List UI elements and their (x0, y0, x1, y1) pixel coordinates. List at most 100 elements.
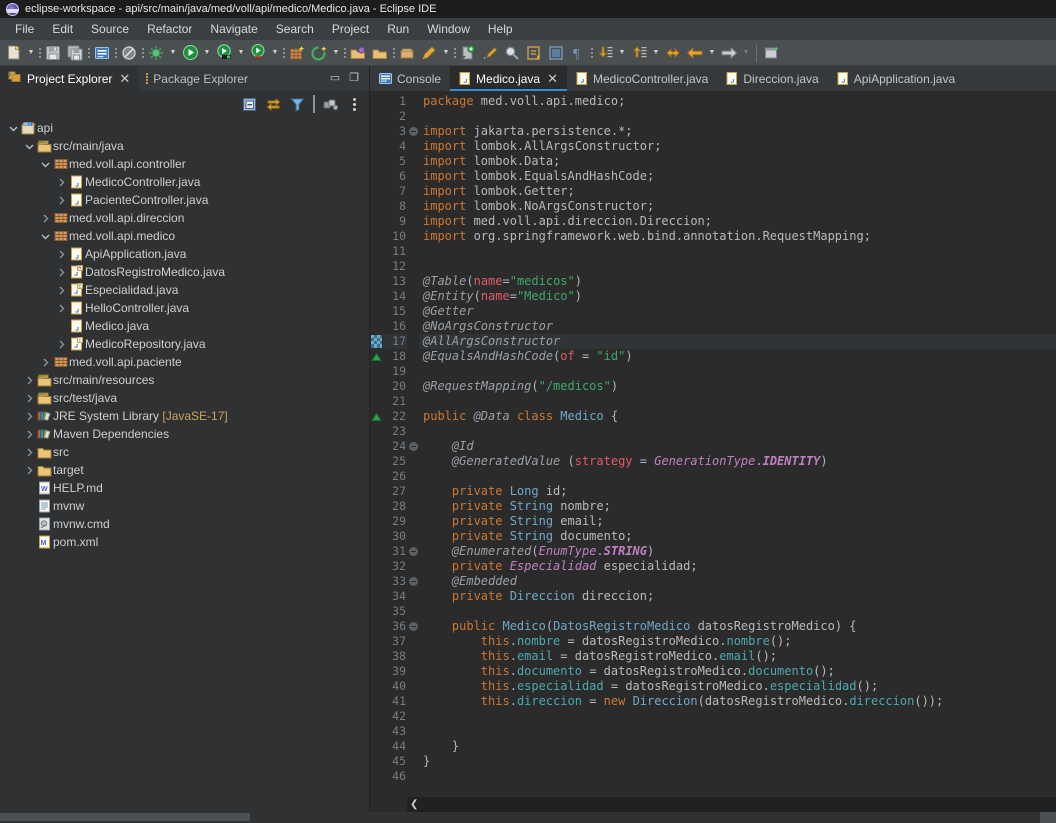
code-line[interactable] (419, 769, 1056, 784)
code-text-area[interactable]: package med.voll.api.medico; import jaka… (419, 91, 1056, 796)
coverage-dropdown-icon[interactable]: ▼ (235, 42, 247, 64)
last-edit-location-icon[interactable] (662, 42, 684, 64)
chevron-right-icon[interactable] (54, 286, 68, 295)
code-line[interactable]: @RequestMapping("/medicos") (419, 379, 1056, 394)
open-task-icon[interactable] (369, 42, 391, 64)
chevron-right-icon[interactable] (22, 466, 36, 475)
project-tree[interactable]: M Japi src/main/java med.voll.api.controlle… (0, 117, 369, 812)
new-wizard-dropdown-icon[interactable]: ▼ (25, 42, 37, 64)
folding-ruler[interactable] (407, 91, 419, 796)
fold-collapse-icon[interactable] (407, 544, 419, 559)
code-line[interactable] (419, 109, 1056, 124)
code-line[interactable]: package med.voll.api.medico; (419, 94, 1056, 109)
code-line[interactable]: import jakarta.persistence.*; (419, 124, 1056, 139)
forward-icon[interactable] (718, 42, 740, 64)
tree-item[interactable]: Maven Dependencies (0, 425, 369, 443)
code-line[interactable]: import lombok.NoArgsConstructor; (419, 199, 1056, 214)
link-with-editor-icon[interactable] (262, 93, 284, 115)
view-tab-project-explorer[interactable]: Project Explorer ✕ (0, 66, 139, 91)
code-line[interactable] (419, 259, 1056, 274)
tree-item[interactable]: mvnw (0, 497, 369, 515)
code-line[interactable] (419, 364, 1056, 379)
pilcrow-icon[interactable]: ¶ (567, 42, 589, 64)
chevron-down-icon[interactable] (38, 160, 52, 169)
run-icon[interactable] (179, 42, 201, 64)
console-icon[interactable] (91, 42, 113, 64)
code-line[interactable]: private String nombre; (419, 499, 1056, 514)
code-line[interactable]: import lombok.Data; (419, 154, 1056, 169)
coverage-icon[interactable] (213, 42, 235, 64)
close-icon[interactable]: ✕ (547, 72, 558, 85)
pencil-icon[interactable] (418, 42, 440, 64)
run-dropdown-icon[interactable]: ▼ (201, 42, 213, 64)
chevron-right-icon[interactable] (22, 412, 36, 421)
tree-item[interactable]: src/main/resources (0, 371, 369, 389)
editor-tab-console[interactable]: Console (370, 66, 450, 91)
pin-editor-icon[interactable] (761, 42, 783, 64)
view-menu-icon[interactable] (343, 93, 365, 115)
chevron-down-icon[interactable] (6, 124, 20, 133)
chevron-down-icon[interactable] (22, 142, 36, 151)
new-package-icon[interactable] (286, 42, 308, 64)
fold-collapse-icon[interactable] (407, 574, 419, 589)
chevron-right-icon[interactable] (54, 178, 68, 187)
run-last-tool-icon[interactable] (247, 42, 269, 64)
back-icon[interactable] (684, 42, 706, 64)
code-line[interactable] (419, 424, 1056, 439)
code-line[interactable] (419, 709, 1056, 724)
next-annotation-dropdown-icon[interactable]: ▼ (616, 42, 628, 64)
code-line[interactable]: this.direccion = new Direccion(datosRegi… (419, 694, 1056, 709)
code-line[interactable]: public @Data class Medico { (419, 409, 1056, 424)
menu-item-refactor[interactable]: Refactor (138, 19, 201, 39)
open-perspective-icon[interactable] (396, 42, 418, 64)
code-line[interactable]: import lombok.AllArgsConstructor; (419, 139, 1056, 154)
fold-collapse-icon[interactable] (407, 619, 419, 634)
previous-annotation-dropdown-icon[interactable]: ▼ (650, 42, 662, 64)
new-project-icon[interactable] (308, 42, 330, 64)
editor-tab-medicocontroller-java[interactable]: MedicoController.java (567, 66, 717, 91)
tree-item[interactable]: med.voll.api.controller (0, 155, 369, 173)
code-line[interactable]: private String email; (419, 514, 1056, 529)
code-line[interactable]: @GeneratedValue (strategy = GenerationTy… (419, 454, 1056, 469)
code-line[interactable] (419, 469, 1056, 484)
code-line[interactable] (419, 604, 1056, 619)
code-line[interactable]: public Medico(DatosRegistroMedico datosR… (419, 619, 1056, 634)
close-icon[interactable]: ✕ (119, 72, 130, 85)
chevron-right-icon[interactable] (22, 448, 36, 457)
menu-item-run[interactable]: Run (378, 19, 418, 39)
chevron-right-icon[interactable] (54, 304, 68, 313)
build-icon[interactable] (479, 42, 501, 64)
code-line[interactable]: private Direccion direccion; (419, 589, 1056, 604)
search-icon[interactable] (501, 42, 523, 64)
view-filter-icon[interactable] (286, 93, 308, 115)
chevron-right-icon[interactable] (22, 394, 36, 403)
code-line[interactable]: import med.voll.api.direccion.Direccion; (419, 214, 1056, 229)
chevron-right-icon[interactable] (54, 196, 68, 205)
code-line[interactable]: @Embedded (419, 574, 1056, 589)
tree-item[interactable]: src/test/java (0, 389, 369, 407)
code-line[interactable]: private Long id; (419, 484, 1056, 499)
code-line[interactable]: import lombok.EqualsAndHashCode; (419, 169, 1056, 184)
chevron-right-icon[interactable] (54, 250, 68, 259)
tree-item[interactable]: R DatosRegistroMedico.java (0, 263, 369, 281)
pencil-dropdown-icon[interactable]: ▼ (440, 42, 452, 64)
code-line[interactable]: this.email = datosRegistroMedico.email()… (419, 649, 1056, 664)
code-line[interactable]: this.especialidad = datosRegistroMedico.… (419, 679, 1056, 694)
maximize-icon[interactable]: ❐ (349, 73, 359, 84)
tree-item[interactable]: W HELP.md (0, 479, 369, 497)
menu-item-source[interactable]: Source (82, 19, 138, 39)
menu-item-edit[interactable]: Edit (43, 19, 82, 39)
chevron-right-icon[interactable] (38, 358, 52, 367)
tree-item[interactable]: mvnw.cmd (0, 515, 369, 533)
editor-tab-direccion-java[interactable]: Direccion.java (717, 66, 827, 91)
save-icon[interactable] (42, 42, 64, 64)
editor-horizontal-scrollbar[interactable]: ❮ (407, 796, 1056, 812)
menu-item-window[interactable]: Window (418, 19, 479, 39)
tree-item[interactable]: E Especialidad.java (0, 281, 369, 299)
tree-item[interactable]: JRE System Library [JavaSE-17] (0, 407, 369, 425)
fold-collapse-icon[interactable] (407, 439, 419, 454)
editor-tab-apiapplication-java[interactable]: ApiApplication.java (828, 66, 964, 91)
open-resource-icon[interactable] (523, 42, 545, 64)
code-line[interactable]: import org.springframework.web.bind.anno… (419, 229, 1056, 244)
code-line[interactable] (419, 394, 1056, 409)
